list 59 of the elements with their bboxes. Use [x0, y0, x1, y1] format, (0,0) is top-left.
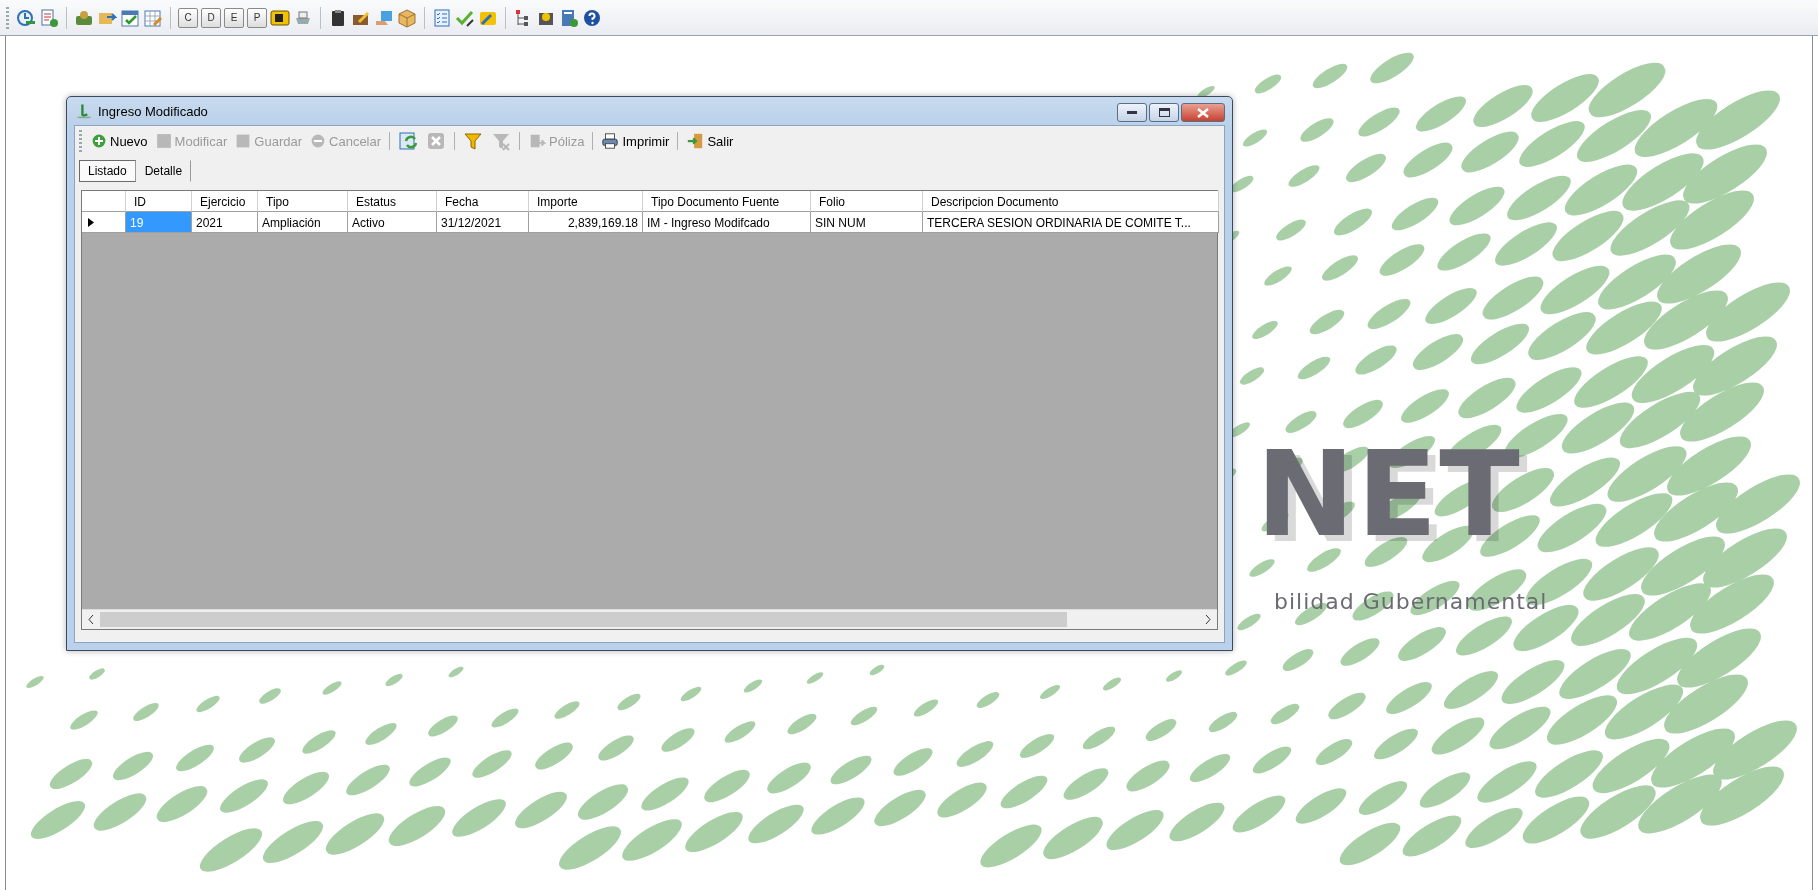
- checklist-icon[interactable]: [432, 7, 452, 28]
- close-icon: [1197, 107, 1209, 118]
- column-header[interactable]: Folio: [811, 191, 923, 212]
- table-cell: Activo: [348, 212, 437, 233]
- column-header[interactable]: Tipo Documento Fuente: [643, 191, 811, 212]
- maximize-icon: [1158, 108, 1170, 117]
- column-header[interactable]: ID: [126, 191, 192, 212]
- document-add-icon[interactable]: [559, 7, 579, 28]
- delete-icon: [426, 131, 447, 151]
- column-header[interactable]: Importe: [529, 191, 643, 212]
- chevron-right-icon: [1205, 615, 1211, 624]
- column-header[interactable]: Descripcion Documento: [923, 191, 1219, 212]
- document-arrow-icon: [528, 132, 547, 150]
- package-icon[interactable]: [397, 7, 417, 28]
- table-cell: Ampliación: [258, 212, 348, 233]
- refresh-icon: [398, 131, 419, 151]
- app-icon: [76, 103, 92, 119]
- toolbar-button[interactable]: Imprimir: [598, 129, 673, 153]
- filter-icon: [463, 131, 484, 151]
- scrollbar-thumb[interactable]: [100, 612, 1068, 627]
- column-header[interactable]: Tipo: [258, 191, 348, 212]
- table-cell: IM - Ingreso Modifcado: [643, 212, 811, 233]
- add-icon: [91, 133, 107, 149]
- clock-icon[interactable]: [16, 7, 36, 28]
- cancel-icon: [310, 133, 327, 149]
- column-header[interactable]: Estatus: [348, 191, 437, 212]
- edit-icon: [155, 133, 172, 149]
- table-cell: 2021: [192, 212, 258, 233]
- row-header[interactable]: [82, 212, 126, 233]
- minimize-icon: [1127, 110, 1137, 115]
- help-icon[interactable]: [582, 7, 602, 28]
- exit-door-icon: [686, 132, 705, 150]
- key-button[interactable]: E: [224, 7, 244, 28]
- tab[interactable]: Listado: [79, 160, 136, 182]
- calendar-check-icon[interactable]: [120, 7, 140, 28]
- tab[interactable]: Detalle: [135, 160, 192, 182]
- table-cell: 19: [126, 212, 192, 233]
- maximize-button[interactable]: [1149, 103, 1179, 122]
- column-header[interactable]: Ejercicio: [192, 191, 258, 212]
- minimize-button[interactable]: [1117, 103, 1147, 122]
- key-button[interactable]: P: [247, 7, 267, 28]
- table-edit-icon[interactable]: [143, 7, 163, 28]
- table-cell: TERCERA SESION ORDINARIA DE COMITE T...: [923, 212, 1219, 233]
- table-cell: 2,839,169.18: [529, 212, 643, 233]
- column-header[interactable]: Fecha: [437, 191, 529, 212]
- table-cell: 31/12/2021: [437, 212, 529, 233]
- toolbar-button[interactable]: Salir: [683, 129, 737, 153]
- printer-icon: [601, 132, 620, 150]
- horizontal-scrollbar[interactable]: [82, 609, 1217, 629]
- window-title: Ingreso Modificado: [98, 103, 208, 119]
- document-add-icon[interactable]: [39, 7, 59, 28]
- save-icon: [235, 133, 252, 149]
- clear-filter-icon: [491, 131, 512, 151]
- table-cell: SIN NUM: [811, 212, 923, 233]
- toolbar-button[interactable]: Nuevo: [88, 129, 151, 153]
- key-button[interactable]: D: [201, 7, 221, 28]
- key-button[interactable]: C: [178, 7, 198, 28]
- chevron-left-icon: [88, 615, 94, 624]
- close-button[interactable]: [1181, 103, 1225, 122]
